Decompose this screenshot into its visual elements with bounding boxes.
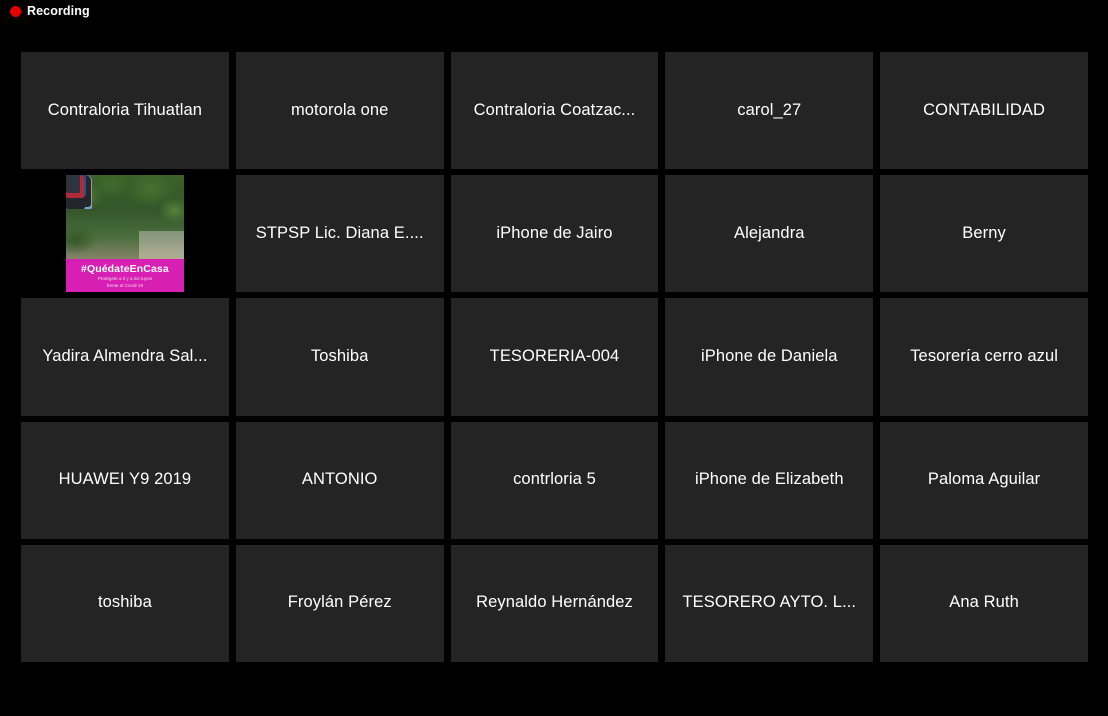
participant-name: Reynaldo Hernández	[476, 593, 633, 612]
participant-name: Yadira Almendra Sal...	[42, 347, 208, 366]
participant-name: ANTONIO	[301, 470, 378, 489]
participant-name: Alejandra	[733, 223, 805, 242]
participant-tile[interactable]: HUAWEI Y9 2019	[21, 421, 229, 539]
participant-tile[interactable]: iPhone de Jairo	[450, 175, 659, 293]
participant-tile[interactable]: motorola one	[235, 52, 444, 170]
participant-name: motorola one	[290, 100, 389, 119]
participant-name: Paloma Aguilar	[927, 470, 1041, 489]
banner-title: #QuédateEnCasa	[81, 262, 169, 275]
participant-tile[interactable]: carol_27	[665, 52, 874, 170]
participant-name: toshiba	[97, 593, 152, 612]
participant-name: carol_27	[737, 100, 802, 119]
participant-name: Contraloria Coatzac...	[473, 100, 636, 119]
participant-tile[interactable]: Reynaldo Hernández	[450, 544, 659, 662]
participant-tile[interactable]: ANTONIO	[235, 421, 444, 539]
participant-name: iPhone de Daniela	[701, 347, 838, 366]
participant-tile[interactable]: TESORERO AYTO. L...	[665, 544, 874, 662]
participant-name: Contraloria Tihuatlan	[47, 100, 203, 119]
participant-tile[interactable]: iPhone de Daniela	[665, 298, 874, 416]
participant-photo: #QuédateEnCasa Protégete a ti y a los tuy…	[65, 175, 184, 293]
recording-dot-icon	[10, 5, 21, 17]
participant-name: Toshiba	[310, 347, 369, 366]
participant-name: STPSP Lic. Diana E....	[255, 223, 424, 242]
participant-tile[interactable]: CONTABILIDAD	[880, 52, 1088, 170]
participant-name: iPhone de Jairo	[496, 223, 613, 242]
participant-name: HUAWEI Y9 2019	[58, 470, 192, 489]
participant-tile[interactable]: Paloma Aguilar	[880, 421, 1088, 539]
banner-subtitle-line-1: Protégete a ti y a los tuyos	[97, 275, 152, 281]
participant-name: Berny	[962, 223, 1006, 242]
participant-tile[interactable]: Alejandra	[665, 175, 874, 293]
participant-tile[interactable]: TESORERIA-004	[450, 298, 659, 416]
participant-name: CONTABILIDAD	[923, 100, 1046, 119]
participant-name: iPhone de Elizabeth	[694, 470, 844, 489]
participant-tile[interactable]: Ana Ruth	[880, 544, 1088, 662]
participant-name: contrloria 5	[513, 470, 596, 489]
quedate-en-casa-banner: #QuédateEnCasa Protégete a ti y a los tuy…	[65, 258, 184, 293]
participant-gallery: Contraloria Tihuatlan motorola one Contral…	[21, 52, 1088, 662]
participant-tile[interactable]: Contraloria Tihuatlan	[21, 52, 229, 170]
participant-name: Ana Ruth	[949, 593, 1019, 612]
participant-tile[interactable]: toshiba	[21, 544, 229, 662]
participant-tile[interactable]: iPhone de Elizabeth	[665, 421, 874, 539]
participant-name: Froylán Pérez	[287, 593, 392, 612]
participant-name: Tesorería cerro azul	[910, 347, 1058, 366]
participant-tile[interactable]: contrloria 5	[450, 421, 659, 539]
recording-indicator: Recording	[0, 0, 1108, 22]
participant-tile[interactable]: Toshiba	[235, 298, 444, 416]
participant-tile[interactable]: Froylán Pérez	[235, 544, 444, 662]
participant-tile[interactable]: Berny	[880, 175, 1088, 293]
recording-label: Recording	[27, 3, 90, 18]
participant-tile[interactable]: Yadira Almendra Sal...	[21, 298, 229, 416]
participant-tile[interactable]: STPSP Lic. Diana E....	[235, 175, 444, 293]
participant-name: TESORERO AYTO. L...	[682, 593, 857, 612]
banner-subtitle-line-2: frente al Covid-19	[106, 283, 144, 289]
participant-tile[interactable]: Tesorería cerro azul	[880, 298, 1088, 416]
participant-name: TESORERIA-004	[489, 347, 620, 366]
participant-tile[interactable]: Contraloria Coatzac...	[450, 52, 659, 170]
participant-tile[interactable]: #QuédateEnCasa Protégete a ti y a los tuy…	[21, 175, 229, 293]
